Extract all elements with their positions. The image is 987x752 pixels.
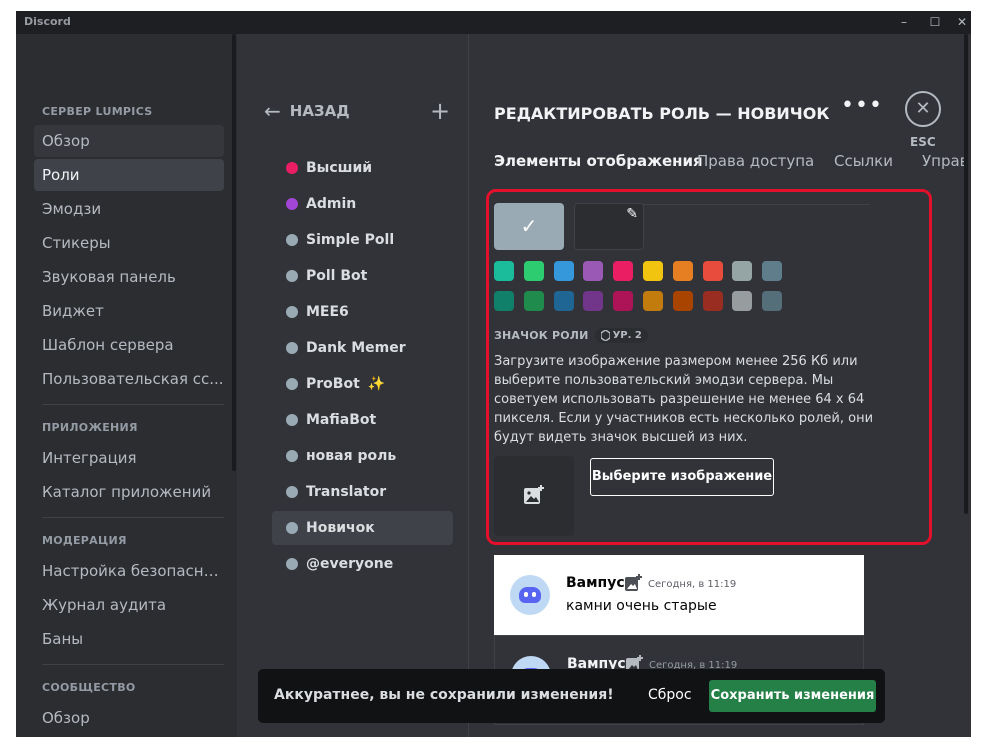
avatar	[510, 575, 550, 615]
sidebar-item-overview[interactable]: Обзор	[34, 125, 224, 157]
role-name: MEE6	[306, 304, 349, 320]
sidebar-item-audit-log[interactable]: Журнал аудита	[34, 589, 224, 621]
unsaved-changes-bar: Аккуратнее, вы не сохранили изменения! С…	[258, 669, 885, 723]
sidebar-scrollbar[interactable]	[232, 34, 236, 471]
role-color-dot	[286, 558, 298, 570]
role-item[interactable]: Dank Memer	[272, 331, 453, 365]
save-changes-button[interactable]: Сохранить изменения	[709, 680, 876, 712]
role-item[interactable]: @everyone	[272, 547, 453, 581]
sidebar-divider	[42, 404, 224, 405]
more-options-icon[interactable]: •••	[841, 95, 883, 117]
role-item[interactable]: Высший	[272, 151, 453, 185]
role-color-dot	[286, 522, 298, 534]
tab-display[interactable]: Элементы отображения	[494, 152, 703, 170]
reset-button[interactable]: Сброс	[648, 687, 692, 703]
maximize-button[interactable]: ☐	[921, 12, 949, 32]
role-name: Simple Poll	[306, 232, 395, 248]
role-name: Poll Bot	[306, 268, 368, 284]
highlight-frame	[486, 189, 932, 545]
title-bar: Discord – ☐ ✕	[16, 11, 971, 34]
role-item[interactable]: Новичок	[272, 511, 453, 545]
role-color-dot	[286, 306, 298, 318]
tab-permissions[interactable]: Права доступа	[697, 152, 814, 170]
unsaved-message: Аккуратнее, вы не сохранили изменения!	[274, 687, 614, 703]
role-name: Translator	[306, 484, 387, 500]
message-preview-light: Вампус Сегодня, в 11:19 камни очень стар…	[494, 555, 864, 635]
preview-username: Вампус	[566, 575, 625, 591]
sidebar-section-header: СООБЩЕСТВО	[42, 681, 136, 694]
role-name: Новичок	[306, 520, 375, 536]
role-item[interactable]: Simple Poll	[272, 223, 453, 257]
role-color-dot	[286, 414, 298, 426]
settings-sidebar: СЕРВЕР LUMPICS Обзор Роли Эмодзи Стикеры…	[16, 34, 237, 737]
arrow-left-icon: ←	[264, 99, 281, 123]
role-name: Высший	[306, 160, 373, 176]
role-color-dot	[286, 198, 298, 210]
tab-manage-members[interactable]: Управ	[922, 152, 969, 170]
sidebar-item-stickers[interactable]: Стикеры	[34, 227, 224, 259]
minimize-button[interactable]: –	[890, 12, 918, 32]
role-item[interactable]: Translator	[272, 475, 453, 509]
role-icon-placeholder-icon	[625, 574, 642, 591]
back-button[interactable]: ← НАЗАД	[264, 101, 350, 121]
role-name: Dank Memer	[306, 340, 406, 356]
role-name: ProBot	[306, 376, 360, 392]
role-name: новая роль	[306, 448, 397, 464]
sidebar-item-emoji[interactable]: Эмодзи	[34, 193, 224, 225]
sidebar-section-header: МОДЕРАЦИЯ	[42, 534, 127, 547]
sidebar-item-custom-link[interactable]: Пользовательская сс...	[34, 363, 224, 395]
preview-message: камни очень старые	[566, 598, 717, 614]
plus-icon[interactable]: +	[430, 99, 450, 123]
sidebar-item-integrations[interactable]: Интеграция	[34, 442, 224, 474]
sidebar-item-roles[interactable]: Роли	[34, 159, 224, 191]
role-item[interactable]: ProBot ✨	[272, 367, 453, 401]
role-color-dot	[286, 234, 298, 246]
role-color-dot	[286, 342, 298, 354]
sidebar-section-header: СЕРВЕР LUMPICS	[42, 105, 153, 118]
sidebar-item-widget[interactable]: Виджет	[34, 295, 224, 327]
sidebar-item-safety-setup[interactable]: Настройка безопасно...	[34, 555, 224, 587]
preview-timestamp: Сегодня, в 11:19	[648, 579, 737, 590]
role-item[interactable]: Admin	[272, 187, 453, 221]
role-color-dot	[286, 450, 298, 462]
role-name: MafiaBot	[306, 412, 377, 428]
role-item[interactable]: новая роль	[272, 439, 453, 473]
role-color-dot	[286, 162, 298, 174]
sidebar-item-bans[interactable]: Баны	[34, 623, 224, 655]
role-editor: РЕДАКТИРОВАТЬ РОЛЬ — НОВИЧОК ••• ✕ ESC Э…	[469, 34, 971, 737]
role-name: Admin	[306, 196, 357, 212]
sidebar-divider	[42, 664, 224, 665]
role-color-dot	[286, 378, 298, 390]
esc-label: ESC	[910, 135, 936, 149]
sidebar-item-community-overview[interactable]: Обзор	[34, 702, 224, 734]
sidebar-item-server-template[interactable]: Шаблон сервера	[34, 329, 224, 361]
close-icon[interactable]: ✕	[905, 91, 941, 127]
role-color-dot	[286, 270, 298, 282]
role-item[interactable]: MEE6	[272, 295, 453, 329]
role-color-dot	[286, 486, 298, 498]
sidebar-item-app-directory[interactable]: Каталог приложений	[34, 476, 224, 508]
role-name: @everyone	[306, 556, 394, 572]
discord-window: Discord – ☐ ✕ СЕРВЕР LUMPICS Обзор Роли …	[16, 11, 971, 737]
window-title: Discord	[24, 15, 71, 28]
page-title: РЕДАКТИРОВАТЬ РОЛЬ — НОВИЧОК	[494, 104, 830, 123]
sidebar-item-soundboard[interactable]: Звуковая панель	[34, 261, 224, 293]
sparkles-icon: ✨	[367, 376, 386, 392]
roles-list-panel: ← НАЗАД + Высший Admin Simple Poll Poll Bot…	[237, 34, 468, 737]
back-label: НАЗАД	[289, 102, 350, 120]
content-scrollbar[interactable]	[964, 34, 968, 514]
sidebar-section-header: ПРИЛОЖЕНИЯ	[42, 421, 138, 434]
tab-links[interactable]: Ссылки	[834, 152, 893, 170]
role-item[interactable]: MafiaBot	[272, 403, 453, 437]
window-close-button[interactable]: ✕	[948, 12, 971, 32]
sidebar-divider	[42, 517, 224, 518]
role-item[interactable]: Poll Bot	[272, 259, 453, 293]
